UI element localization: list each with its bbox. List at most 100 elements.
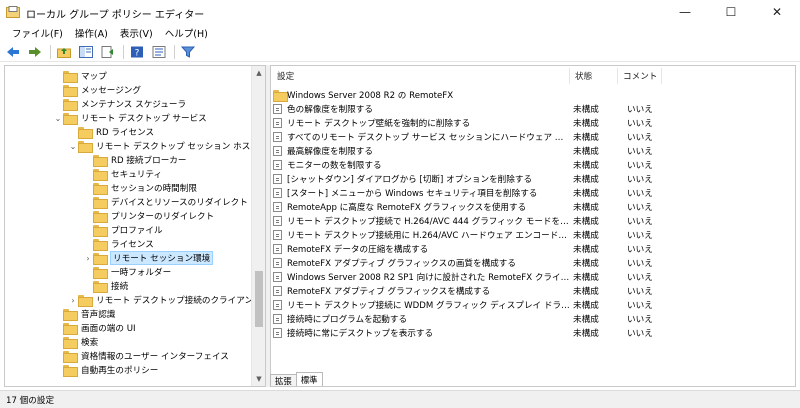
- setting-row[interactable]: リモート デスクトップ壁紙を強制的に削除する 未構成 いいえ: [271, 116, 795, 130]
- folder-icon: [93, 169, 108, 181]
- tree-item[interactable]: デバイスとリソースのリダイレクト: [83, 195, 248, 209]
- folder-icon: [63, 113, 78, 125]
- tab-extended[interactable]: 拡張: [270, 374, 297, 386]
- tab-standard[interactable]: 標準: [295, 372, 323, 386]
- export-list-icon[interactable]: [99, 44, 117, 60]
- scroll-down-arrow-icon[interactable]: ▼: [252, 372, 265, 386]
- setting-icon: [273, 258, 282, 268]
- menu-help[interactable]: ヘルプ(H): [159, 26, 214, 40]
- setting-row[interactable]: 色の解像度を制限する 未構成 いいえ: [271, 102, 795, 116]
- tree-item[interactable]: 一時フォルダー: [83, 265, 171, 279]
- tree-item[interactable]: RD 接続ブローカー: [83, 153, 186, 167]
- setting-row[interactable]: 最高解像度を制限する 未構成 いいえ: [271, 144, 795, 158]
- tree-item[interactable]: 資格情報のユーザー インターフェイス: [53, 349, 229, 363]
- tree-item[interactable]: 画面の端の UI: [53, 321, 136, 335]
- status-text: 17 個の設定: [6, 395, 55, 406]
- setting-row[interactable]: Windows Server 2008 R2 SP1 向けに設計された Remo…: [271, 270, 795, 284]
- folder-icon: [63, 365, 78, 377]
- setting-icon: [273, 286, 282, 296]
- setting-row[interactable]: RemoteFX アダプティブ グラフィックスの画質を構成する 未構成 いいえ: [271, 256, 795, 270]
- folder-icon: [93, 225, 108, 237]
- setting-row[interactable]: リモート デスクトップ接続に WDDM グラフィック ディスプレイ ドライバーを…: [271, 298, 795, 312]
- tree-item[interactable]: ライセンス: [83, 237, 154, 251]
- tree-item[interactable]: プリンターのリダイレクト: [83, 209, 214, 223]
- expander-icon[interactable]: ⌄: [53, 114, 63, 123]
- setting-icon: [273, 328, 282, 338]
- tree-item[interactable]: 音声認識: [53, 307, 115, 321]
- properties-icon[interactable]: [150, 44, 168, 60]
- setting-icon: [273, 118, 282, 128]
- tree-item[interactable]: プロファイル: [83, 223, 163, 237]
- expander-icon[interactable]: ⌄: [68, 142, 78, 151]
- setting-row[interactable]: [シャットダウン] ダイアログから [切断] オプションを削除する 未構成 いいえ: [271, 172, 795, 186]
- toolbar-separator: [123, 44, 124, 59]
- tree-item[interactable]: セッションの時間制限: [83, 181, 197, 195]
- filter-icon[interactable]: [179, 44, 197, 60]
- tree-item[interactable]: マップ: [53, 69, 107, 83]
- folder-icon: [93, 155, 108, 167]
- tree-item[interactable]: ⌄ リモート デスクトップ セッション ホスト: [68, 139, 259, 153]
- expander-icon[interactable]: ›: [83, 254, 93, 263]
- setting-row[interactable]: リモート デスクトップ接続で H.264/AVC 444 グラフィック モードを…: [271, 214, 795, 228]
- column-divider[interactable]: [617, 68, 618, 84]
- tree-item[interactable]: RD ライセンス: [68, 125, 154, 139]
- tree-item[interactable]: セキュリティ: [83, 167, 162, 181]
- up-folder-icon[interactable]: [55, 44, 73, 60]
- folder-row[interactable]: Windows Server 2008 R2 の RemoteFX: [271, 88, 795, 102]
- show-hide-tree-icon[interactable]: [77, 44, 95, 60]
- close-button[interactable]: ✕: [754, 0, 800, 24]
- setting-icon: [273, 188, 282, 198]
- tree-scrollbar[interactable]: ▲ ▼: [251, 66, 265, 386]
- setting-row[interactable]: モニターの数を制限する 未構成 いいえ: [271, 158, 795, 172]
- tree-item-selected[interactable]: › リモート セッション環境: [83, 251, 214, 265]
- setting-icon: [273, 300, 282, 310]
- setting-icon: [273, 272, 282, 282]
- tree-item[interactable]: 自動再生のポリシー: [53, 363, 158, 377]
- setting-row[interactable]: [スタート] メニューから Windows セキュリティ項目を削除する 未構成 いい…: [271, 186, 795, 200]
- tree-item[interactable]: 接続: [83, 279, 128, 293]
- setting-icon: [273, 174, 282, 184]
- folder-icon: [63, 337, 78, 349]
- setting-icon: [273, 146, 282, 156]
- folder-icon: [78, 127, 93, 139]
- column-divider[interactable]: [569, 68, 570, 84]
- column-header-setting[interactable]: 設定: [277, 66, 294, 86]
- column-header-comment[interactable]: コメント: [623, 66, 657, 86]
- menu-view[interactable]: 表示(V): [114, 26, 159, 40]
- tree-item[interactable]: メッセージング: [53, 83, 141, 97]
- setting-row[interactable]: 接続時に常にデスクトップを表示する 未構成 いいえ: [271, 326, 795, 340]
- tree-pane[interactable]: マップ メッセージング メンテナンス スケジューラ ⌄ リモート デスクトップ サ…: [4, 65, 266, 387]
- folder-icon: [93, 267, 108, 279]
- setting-icon: [273, 314, 282, 324]
- setting-row[interactable]: RemoteApp に高度な RemoteFX グラフィックスを使用する 未構成い…: [271, 200, 795, 214]
- back-arrow-icon[interactable]: [4, 44, 22, 60]
- setting-row[interactable]: リモート デスクトップ接続用に H.264/AVC ハードウェア エンコードを構…: [271, 228, 795, 242]
- settings-list[interactable]: 設定 状態 コメント Windows Server 2008 R2 の Remo…: [270, 65, 796, 387]
- setting-row[interactable]: RemoteFX データの圧縮を構成する 未構成 いいえ: [271, 242, 795, 256]
- menu-file[interactable]: ファイル(F): [6, 26, 69, 40]
- menu-bar: ファイル(F) 操作(A) 表示(V) ヘルプ(H): [0, 24, 800, 42]
- folder-icon: [63, 71, 78, 83]
- toolbar-separator: [174, 44, 175, 59]
- expander-icon[interactable]: ›: [68, 296, 78, 305]
- setting-icon: [273, 244, 282, 254]
- menu-action[interactable]: 操作(A): [69, 26, 114, 40]
- setting-row[interactable]: すべてのリモート デスクトップ サービス セッションにハードウェア グラフィック…: [271, 130, 795, 144]
- column-divider[interactable]: [661, 68, 662, 84]
- tree-item[interactable]: 検索: [53, 335, 98, 349]
- maximize-button[interactable]: ☐: [708, 0, 754, 24]
- tree-item[interactable]: メンテナンス スケジューラ: [53, 97, 186, 111]
- column-header-state[interactable]: 状態: [575, 66, 592, 86]
- help-icon[interactable]: ?: [128, 44, 146, 60]
- tree-item[interactable]: › リモート デスクトップ接続のクライアント: [68, 293, 262, 307]
- folder-icon: [63, 85, 78, 97]
- scrollbar-thumb[interactable]: [255, 271, 263, 327]
- setting-row[interactable]: 接続時にプログラムを起動する 未構成 いいえ: [271, 312, 795, 326]
- tree-item[interactable]: ⌄ リモート デスクトップ サービス: [53, 111, 207, 125]
- folder-icon: [63, 351, 78, 363]
- forward-arrow-icon[interactable]: [26, 44, 44, 60]
- scroll-up-arrow-icon[interactable]: ▲: [252, 66, 265, 80]
- setting-icon: [273, 230, 282, 240]
- setting-row[interactable]: RemoteFX アダプティブ グラフィックスを構成する 未構成 いいえ: [271, 284, 795, 298]
- minimize-button[interactable]: —: [662, 0, 708, 24]
